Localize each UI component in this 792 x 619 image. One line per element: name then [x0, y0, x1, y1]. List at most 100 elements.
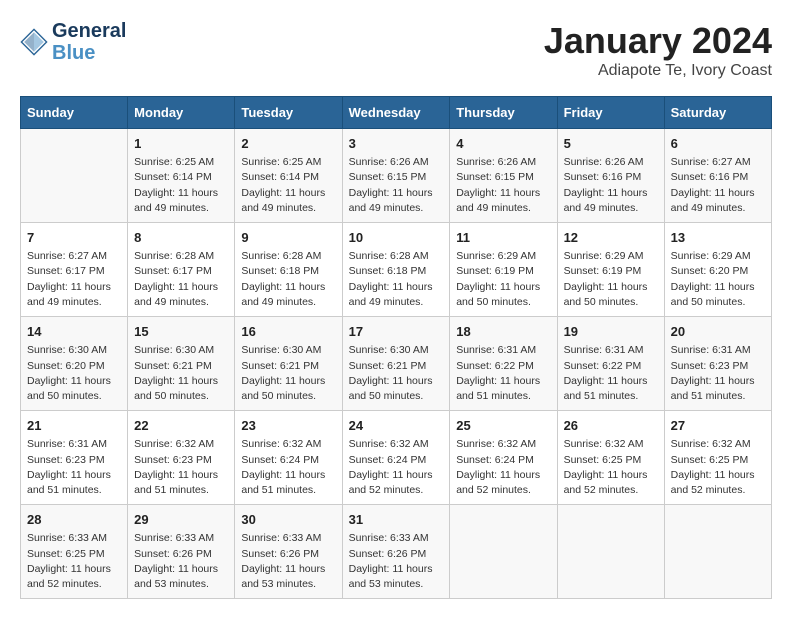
- calendar-cell: 14 Sunrise: 6:30 AM Sunset: 6:20 PM Dayli…: [21, 317, 128, 411]
- day-info: Sunrise: 6:28 AM Sunset: 6:18 PM Dayligh…: [349, 249, 444, 310]
- day-info: Sunrise: 6:31 AM Sunset: 6:22 PM Dayligh…: [456, 343, 550, 404]
- day-number: 15: [134, 323, 228, 341]
- day-number: 1: [134, 135, 228, 153]
- day-number: 27: [671, 417, 765, 435]
- calendar-cell: [664, 505, 771, 599]
- calendar-cell: 27 Sunrise: 6:32 AM Sunset: 6:25 PM Dayli…: [664, 411, 771, 505]
- day-info: Sunrise: 6:26 AM Sunset: 6:15 PM Dayligh…: [349, 155, 444, 216]
- calendar-cell: [21, 129, 128, 223]
- day-info: Sunrise: 6:27 AM Sunset: 6:17 PM Dayligh…: [27, 249, 121, 310]
- day-number: 12: [564, 229, 658, 247]
- day-number: 9: [241, 229, 335, 247]
- day-number: 25: [456, 417, 550, 435]
- logo-line2: Blue: [52, 42, 126, 64]
- calendar-cell: 23 Sunrise: 6:32 AM Sunset: 6:24 PM Dayli…: [235, 411, 342, 505]
- calendar-cell: 1 Sunrise: 6:25 AM Sunset: 6:14 PM Daylig…: [128, 129, 235, 223]
- day-info: Sunrise: 6:25 AM Sunset: 6:14 PM Dayligh…: [134, 155, 228, 216]
- calendar-cell: 13 Sunrise: 6:29 AM Sunset: 6:20 PM Dayli…: [664, 223, 771, 317]
- header-tuesday: Tuesday: [235, 97, 342, 129]
- day-number: 2: [241, 135, 335, 153]
- day-number: 28: [27, 511, 121, 529]
- calendar-cell: 29Sunrise: 6:33 AM Sunset: 6:26 PM Dayli…: [128, 505, 235, 599]
- day-number: 22: [134, 417, 228, 435]
- day-info: Sunrise: 6:33 AM Sunset: 6:26 PM Dayligh…: [349, 531, 444, 592]
- day-number: 8: [134, 229, 228, 247]
- day-info: Sunrise: 6:29 AM Sunset: 6:19 PM Dayligh…: [456, 249, 550, 310]
- day-number: 5: [564, 135, 658, 153]
- calendar-cell: 21 Sunrise: 6:31 AM Sunset: 6:23 PM Dayli…: [21, 411, 128, 505]
- day-number: 14: [27, 323, 121, 341]
- calendar-cell: 3 Sunrise: 6:26 AM Sunset: 6:15 PM Daylig…: [342, 129, 450, 223]
- day-info: Sunrise: 6:30 AM Sunset: 6:21 PM Dayligh…: [349, 343, 444, 404]
- calendar-cell: [557, 505, 664, 599]
- calendar-cell: 12 Sunrise: 6:29 AM Sunset: 6:19 PM Dayli…: [557, 223, 664, 317]
- day-number: 26: [564, 417, 658, 435]
- calendar-cell: 9 Sunrise: 6:28 AM Sunset: 6:18 PM Daylig…: [235, 223, 342, 317]
- calendar-cell: 15Sunrise: 6:30 AM Sunset: 6:21 PM Dayli…: [128, 317, 235, 411]
- calendar-cell: [450, 505, 557, 599]
- day-number: 23: [241, 417, 335, 435]
- header-saturday: Saturday: [664, 97, 771, 129]
- day-info: Sunrise: 6:32 AM Sunset: 6:25 PM Dayligh…: [564, 437, 658, 498]
- day-number: 10: [349, 229, 444, 247]
- month-title: January 2024: [544, 20, 772, 62]
- day-info: Sunrise: 6:31 AM Sunset: 6:23 PM Dayligh…: [671, 343, 765, 404]
- calendar-cell: 2Sunrise: 6:25 AM Sunset: 6:14 PM Daylig…: [235, 129, 342, 223]
- day-info: Sunrise: 6:32 AM Sunset: 6:23 PM Dayligh…: [134, 437, 228, 498]
- day-number: 17: [349, 323, 444, 341]
- day-info: Sunrise: 6:28 AM Sunset: 6:17 PM Dayligh…: [134, 249, 228, 310]
- day-info: Sunrise: 6:28 AM Sunset: 6:18 PM Dayligh…: [241, 249, 335, 310]
- day-info: Sunrise: 6:33 AM Sunset: 6:26 PM Dayligh…: [241, 531, 335, 592]
- calendar-cell: 28 Sunrise: 6:33 AM Sunset: 6:25 PM Dayli…: [21, 505, 128, 599]
- title-block: January 2024 Adiapote Te, Ivory Coast: [544, 20, 772, 80]
- day-info: Sunrise: 6:31 AM Sunset: 6:22 PM Dayligh…: [564, 343, 658, 404]
- day-number: 13: [671, 229, 765, 247]
- day-number: 20: [671, 323, 765, 341]
- day-number: 31: [349, 511, 444, 529]
- calendar-week-2: 7 Sunrise: 6:27 AM Sunset: 6:17 PM Daylig…: [21, 223, 772, 317]
- day-info: Sunrise: 6:33 AM Sunset: 6:25 PM Dayligh…: [27, 531, 121, 592]
- calendar-cell: 11 Sunrise: 6:29 AM Sunset: 6:19 PM Dayli…: [450, 223, 557, 317]
- day-number: 30: [241, 511, 335, 529]
- calendar-cell: 25 Sunrise: 6:32 AM Sunset: 6:24 PM Dayli…: [450, 411, 557, 505]
- logo-icon: [20, 28, 48, 56]
- calendar-cell: 24Sunrise: 6:32 AM Sunset: 6:24 PM Dayli…: [342, 411, 450, 505]
- calendar-cell: 31 Sunrise: 6:33 AM Sunset: 6:26 PM Dayli…: [342, 505, 450, 599]
- header-monday: Monday: [128, 97, 235, 129]
- day-number: 3: [349, 135, 444, 153]
- day-number: 6: [671, 135, 765, 153]
- calendar-week-3: 14 Sunrise: 6:30 AM Sunset: 6:20 PM Dayli…: [21, 317, 772, 411]
- calendar-cell: 7 Sunrise: 6:27 AM Sunset: 6:17 PM Daylig…: [21, 223, 128, 317]
- day-info: Sunrise: 6:30 AM Sunset: 6:20 PM Dayligh…: [27, 343, 121, 404]
- day-number: 21: [27, 417, 121, 435]
- day-info: Sunrise: 6:29 AM Sunset: 6:20 PM Dayligh…: [671, 249, 765, 310]
- day-number: 7: [27, 229, 121, 247]
- logo: General Blue: [20, 20, 126, 64]
- calendar-cell: 10 Sunrise: 6:28 AM Sunset: 6:18 PM Dayli…: [342, 223, 450, 317]
- day-info: Sunrise: 6:33 AM Sunset: 6:26 PM Dayligh…: [134, 531, 228, 592]
- day-info: Sunrise: 6:31 AM Sunset: 6:23 PM Dayligh…: [27, 437, 121, 498]
- calendar-cell: 16Sunrise: 6:30 AM Sunset: 6:21 PM Dayli…: [235, 317, 342, 411]
- day-info: Sunrise: 6:27 AM Sunset: 6:16 PM Dayligh…: [671, 155, 765, 216]
- day-number: 11: [456, 229, 550, 247]
- calendar-week-5: 28 Sunrise: 6:33 AM Sunset: 6:25 PM Dayli…: [21, 505, 772, 599]
- day-info: Sunrise: 6:26 AM Sunset: 6:15 PM Dayligh…: [456, 155, 550, 216]
- day-info: Sunrise: 6:29 AM Sunset: 6:19 PM Dayligh…: [564, 249, 658, 310]
- calendar-cell: 18Sunrise: 6:31 AM Sunset: 6:22 PM Dayli…: [450, 317, 557, 411]
- day-info: Sunrise: 6:32 AM Sunset: 6:24 PM Dayligh…: [456, 437, 550, 498]
- header-wednesday: Wednesday: [342, 97, 450, 129]
- day-number: 16: [241, 323, 335, 341]
- header-thursday: Thursday: [450, 97, 557, 129]
- logo-line1: General: [52, 20, 126, 42]
- calendar-cell: 26 Sunrise: 6:32 AM Sunset: 6:25 PM Dayli…: [557, 411, 664, 505]
- day-info: Sunrise: 6:32 AM Sunset: 6:25 PM Dayligh…: [671, 437, 765, 498]
- calendar-header-row: SundayMondayTuesdayWednesdayThursdayFrid…: [21, 97, 772, 129]
- calendar-week-1: 1 Sunrise: 6:25 AM Sunset: 6:14 PM Daylig…: [21, 129, 772, 223]
- day-info: Sunrise: 6:32 AM Sunset: 6:24 PM Dayligh…: [241, 437, 335, 498]
- day-info: Sunrise: 6:32 AM Sunset: 6:24 PM Dayligh…: [349, 437, 444, 498]
- calendar-cell: 19Sunrise: 6:31 AM Sunset: 6:22 PM Dayli…: [557, 317, 664, 411]
- calendar-cell: 8 Sunrise: 6:28 AM Sunset: 6:17 PM Daylig…: [128, 223, 235, 317]
- calendar-cell: 17 Sunrise: 6:30 AM Sunset: 6:21 PM Dayli…: [342, 317, 450, 411]
- calendar-cell: 22 Sunrise: 6:32 AM Sunset: 6:23 PM Dayli…: [128, 411, 235, 505]
- calendar-cell: 5Sunrise: 6:26 AM Sunset: 6:16 PM Daylig…: [557, 129, 664, 223]
